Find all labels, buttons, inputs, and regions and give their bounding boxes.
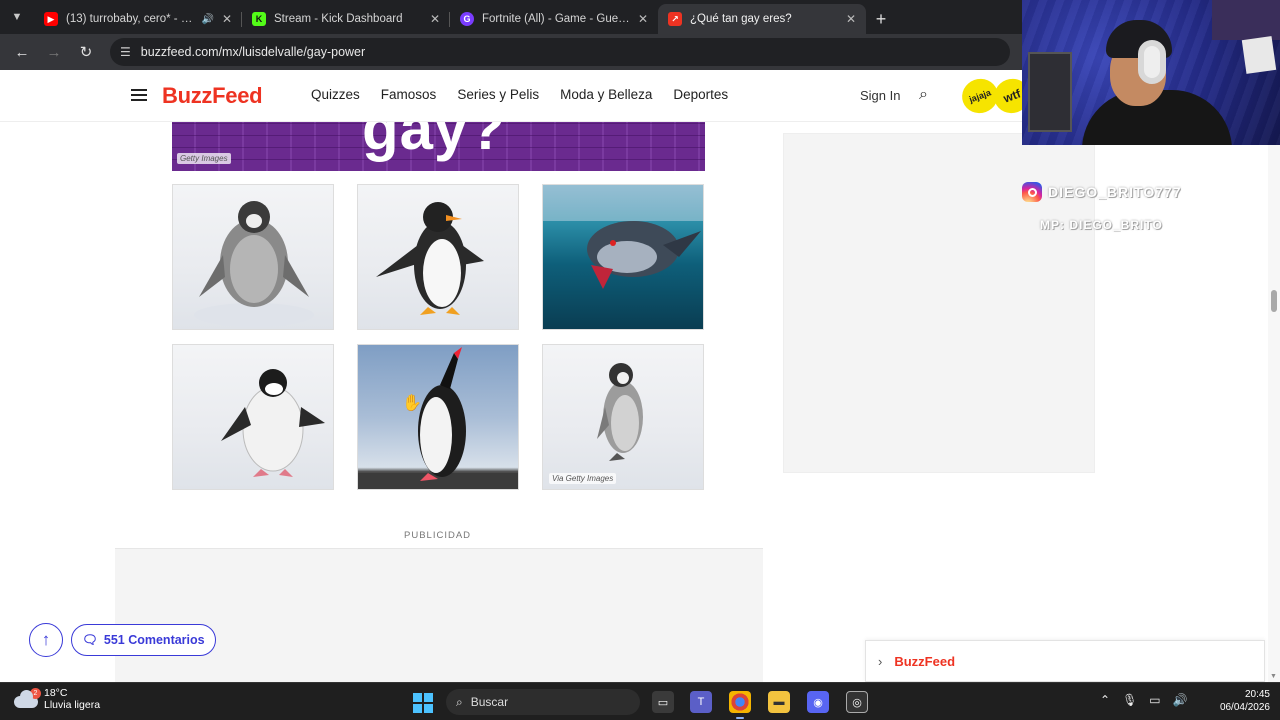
sign-in-link[interactable]: Sign In xyxy=(860,88,900,103)
nav-quizzes[interactable]: Quizzes xyxy=(311,87,360,102)
penguin-underwater-image xyxy=(543,185,703,289)
quiz-option-penguin-6[interactable]: Via Getty Images xyxy=(542,344,704,490)
microphone-icon[interactable]: 🎙 xyxy=(1122,693,1137,707)
tab-buzzfeed-quiz[interactable]: ↗ ¿Qué tan gay eres? ✕ xyxy=(658,4,866,34)
ad-slot xyxy=(115,548,763,688)
task-view-icon[interactable]: ▭ xyxy=(652,691,674,713)
hero-text: gay? xyxy=(362,122,507,162)
discord-icon[interactable]: ◉ xyxy=(807,691,829,713)
tab-guessr[interactable]: G Fortnite (All) - Game - Guessr ✕ xyxy=(450,4,658,34)
close-tab-icon[interactable]: ✕ xyxy=(430,12,440,26)
ad-label: PUBLICIDAD xyxy=(404,530,472,541)
scroll-to-top-button[interactable]: ↑ xyxy=(29,623,63,657)
comments-button[interactable]: 🗨 551 Comentarios xyxy=(71,624,216,656)
speaker-icon[interactable]: 🔊 xyxy=(201,14,213,25)
comments-count: 551 Comentarios xyxy=(103,633,205,647)
image-credit: Getty Images xyxy=(177,153,231,164)
page-scrollbar[interactable]: ▲ ▼ xyxy=(1268,122,1280,682)
nav-deportes[interactable]: Deportes xyxy=(673,87,728,102)
penguin-chick-image xyxy=(194,201,314,327)
reload-button[interactable]: ↻ xyxy=(72,38,100,66)
kick-icon: K xyxy=(252,12,266,26)
quiz-option-penguin-3[interactable] xyxy=(542,184,704,330)
search-icon: ⌕ xyxy=(456,694,463,709)
guessr-icon: G xyxy=(460,12,474,26)
tray-overflow-icon[interactable]: ⌃ xyxy=(1100,693,1110,707)
chrome-icon[interactable] xyxy=(729,691,751,719)
quiz-option-penguin-2[interactable] xyxy=(357,184,519,330)
weather-widget[interactable]: 2 18°C Lluvia ligera xyxy=(14,687,100,711)
tab-title: (13) turrobaby, cero* - Cod xyxy=(66,13,194,25)
clock-date: 06/04/2026 xyxy=(1219,702,1270,713)
tab-title: Fortnite (All) - Game - Guessr xyxy=(482,13,630,25)
buzzfeed-trend-icon: ↗ xyxy=(668,12,682,26)
nav-moda-y-belleza[interactable]: Moda y Belleza xyxy=(560,87,652,102)
scrollbar-thumb[interactable] xyxy=(1271,290,1277,312)
scroll-down-arrow-icon[interactable]: ▼ xyxy=(1270,673,1277,680)
network-icon[interactable]: ▭ xyxy=(1149,693,1160,707)
youtube-icon: ▶ xyxy=(44,12,58,26)
tab-kick[interactable]: K Stream - Kick Dashboard ✕ xyxy=(242,4,450,34)
comment-icon: 🗨 xyxy=(82,632,98,647)
nav-series-y-pelis[interactable]: Series y Pelis xyxy=(457,87,539,102)
chinstrap-penguin-image xyxy=(221,369,325,477)
social-handle: DIEGO_BRITO777 xyxy=(1048,184,1182,200)
back-button[interactable]: ← xyxy=(8,38,36,66)
menu-icon[interactable] xyxy=(131,89,147,101)
teams-icon[interactable]: T xyxy=(690,691,712,713)
system-tray: ⌃ 🎙 ▭ 🔊 xyxy=(1100,693,1188,707)
close-tab-icon[interactable]: ✕ xyxy=(222,12,232,26)
quiz-option-penguin-4[interactable] xyxy=(172,344,334,490)
chevron-right-icon[interactable]: › xyxy=(878,654,882,669)
weather-temp: 18°C xyxy=(44,687,68,699)
tab-title: ¿Qué tan gay eres? xyxy=(690,13,792,25)
site-settings-icon[interactable]: ☰ xyxy=(120,45,131,59)
tab-search-chevron-icon[interactable]: ▼ xyxy=(0,0,34,34)
buzzfeed-logo[interactable]: BuzzFeed xyxy=(162,83,263,109)
tab-title: Stream - Kick Dashboard xyxy=(274,13,403,25)
volume-icon[interactable]: 🔊 xyxy=(1173,693,1188,707)
social-overlay: DIEGO_BRITO777 xyxy=(1022,182,1182,202)
nav-famosos[interactable]: Famosos xyxy=(381,87,437,102)
clock[interactable]: 20:45 06/04/2026 xyxy=(1200,688,1270,714)
quiz-option-penguin-5[interactable]: ✋ xyxy=(357,344,519,490)
quiz-option-penguin-1[interactable] xyxy=(172,184,334,330)
app-icon[interactable]: ◎ xyxy=(846,691,868,713)
url-field[interactable]: ☰ buzzfeed.com/mx/luisdelvalle/gay-power xyxy=(110,38,1010,66)
weather-desc: Lluvia ligera xyxy=(44,699,101,711)
taskbar-search[interactable]: ⌕ Buscar xyxy=(446,689,640,715)
instagram-icon xyxy=(1022,182,1042,202)
clock-time: 20:45 xyxy=(1244,689,1270,700)
gentoo-penguin-image xyxy=(376,202,484,315)
new-tab-button[interactable]: + xyxy=(866,4,896,34)
windows-start-icon[interactable] xyxy=(413,693,433,713)
quiz-hero-image: gay? Getty Images xyxy=(172,122,705,171)
search-icon[interactable]: ⌕ xyxy=(919,86,928,104)
buzzfeed-bottom-panel[interactable]: › BuzzFeed xyxy=(865,640,1265,682)
taskbar-search-placeholder: Buscar xyxy=(470,695,509,709)
emperor-chick-image xyxy=(597,363,643,461)
rain-cloud-icon: 2 xyxy=(14,688,41,708)
file-explorer-icon[interactable]: ▬ xyxy=(768,691,790,713)
social-sub-handle: MP: DIEGO_BRITO xyxy=(1040,218,1163,232)
close-tab-icon[interactable]: ✕ xyxy=(846,12,856,26)
url-text: buzzfeed.com/mx/luisdelvalle/gay-power xyxy=(140,45,366,59)
weather-badge: 2 xyxy=(30,688,41,699)
bottom-panel-label: BuzzFeed xyxy=(894,653,956,669)
mouse-cursor-icon: ✋ xyxy=(402,395,422,412)
image-credit: Via Getty Images xyxy=(549,473,617,484)
penguin-looking-up-image xyxy=(358,347,518,489)
close-tab-icon[interactable]: ✕ xyxy=(638,12,648,26)
windows-taskbar: 2 18°C Lluvia ligera ⌕ Buscar ▭ T ▬ ◉ ◎ … xyxy=(0,682,1280,720)
webcam-overlay xyxy=(1022,0,1280,145)
tab-youtube[interactable]: ▶ (13) turrobaby, cero* - Cod 🔊 ✕ xyxy=(34,4,242,34)
main-nav: Quizzes Famosos Series y Pelis Moda y Be… xyxy=(311,87,749,102)
forward-button[interactable]: → xyxy=(40,38,68,66)
